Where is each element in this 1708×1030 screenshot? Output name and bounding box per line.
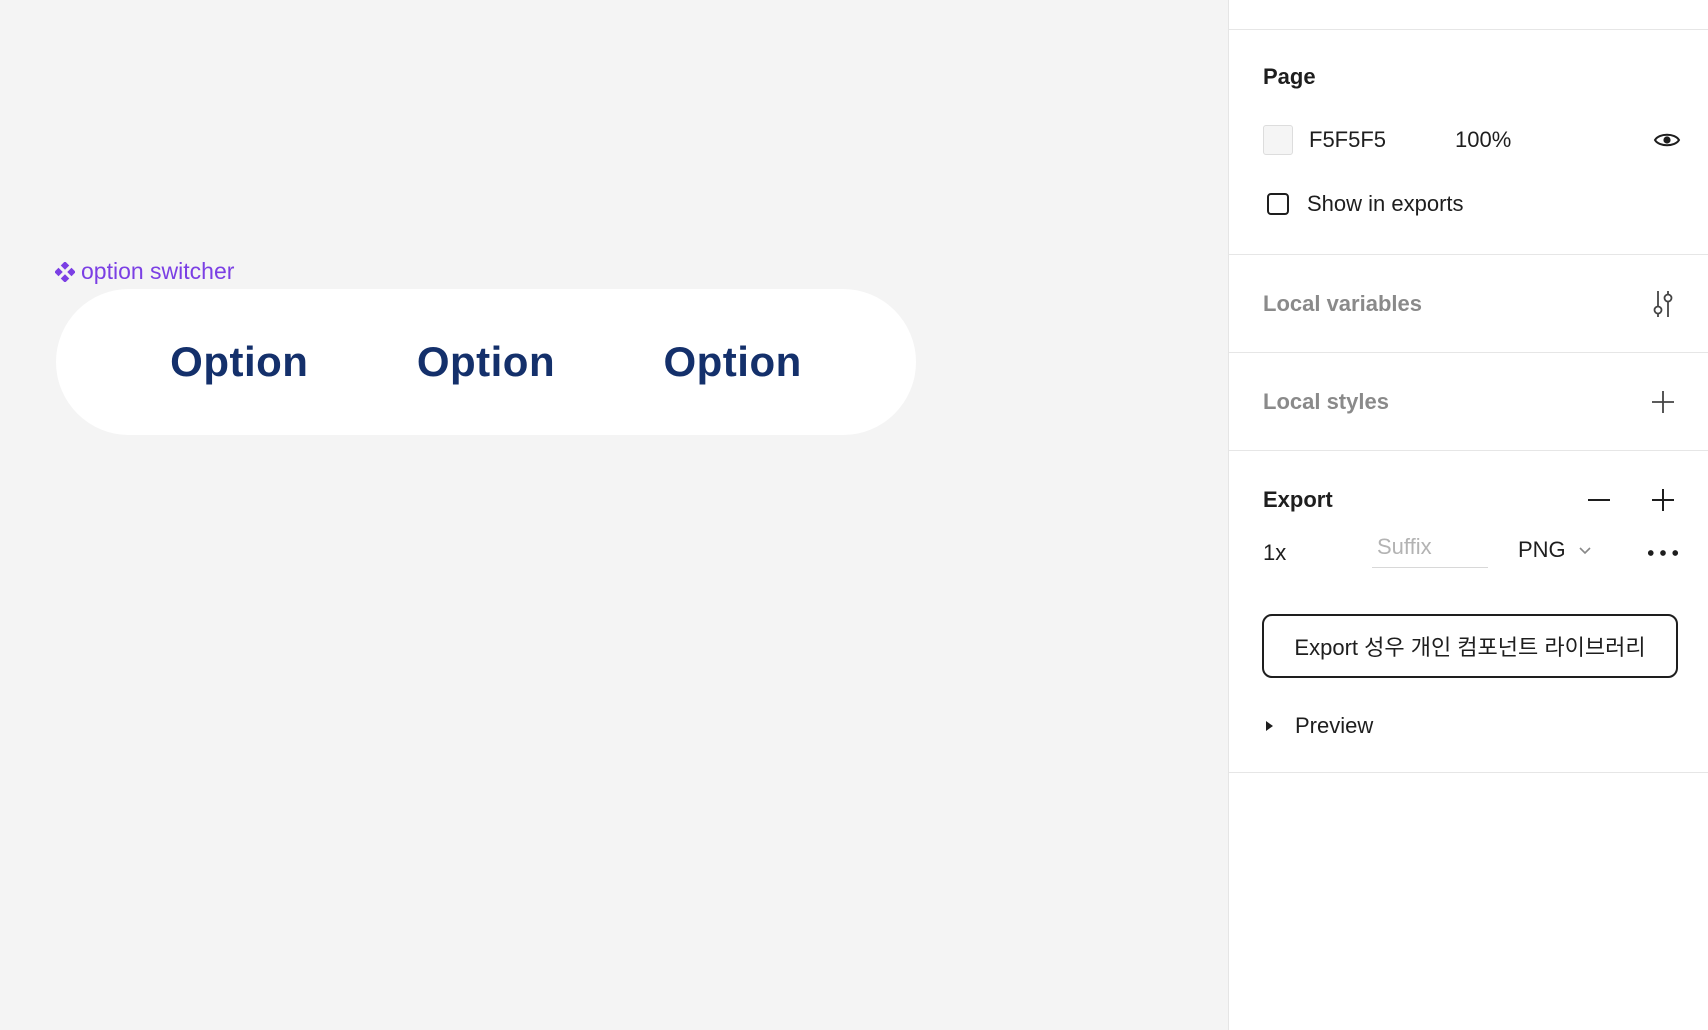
export-section: Export 1x PNG Export 성우 개인 컴포넌트 라이브러리 Pr…	[1229, 451, 1708, 773]
more-options-icon[interactable]	[1647, 537, 1679, 569]
export-format-select[interactable]: PNG	[1518, 537, 1592, 563]
option-switcher[interactable]: Option Option Option	[56, 289, 916, 435]
export-format-value: PNG	[1518, 537, 1566, 562]
chevron-down-icon	[1579, 547, 1591, 555]
add-export-icon[interactable]	[1647, 484, 1679, 516]
local-styles-section: Local styles	[1229, 353, 1708, 451]
design-canvas[interactable]: option switcher Option Option Option	[0, 0, 1228, 1030]
option-2[interactable]: Option	[417, 338, 555, 386]
page-section: Page F5F5F5 100% Show in exports	[1229, 30, 1708, 255]
add-style-icon[interactable]	[1647, 386, 1679, 418]
page-color-row: F5F5F5 100%	[1263, 125, 1681, 155]
variables-settings-icon[interactable]	[1647, 288, 1679, 320]
option-3[interactable]: Option	[663, 338, 801, 386]
preview-toggle[interactable]: Preview	[1263, 713, 1373, 739]
properties-panel: Page F5F5F5 100% Show in exports Local v…	[1228, 0, 1708, 1030]
remove-export-icon[interactable]	[1583, 484, 1615, 516]
export-button[interactable]: Export 성우 개인 컴포넌트 라이브러리	[1262, 614, 1678, 678]
export-suffix-field[interactable]	[1372, 526, 1489, 568]
show-in-exports-checkbox[interactable]	[1267, 193, 1289, 215]
component-label[interactable]: option switcher	[55, 258, 234, 285]
page-color-opacity[interactable]: 100%	[1455, 127, 1511, 153]
local-variables-section[interactable]: Local variables	[1229, 255, 1708, 353]
caret-right-icon	[1266, 721, 1273, 731]
component-label-text: option switcher	[81, 258, 235, 284]
page-section-title: Page	[1263, 64, 1316, 89]
page-color-swatch[interactable]	[1263, 125, 1293, 155]
option-1[interactable]: Option	[170, 338, 308, 386]
top-section-stub	[1229, 0, 1708, 30]
eye-icon[interactable]	[1653, 130, 1681, 150]
export-suffix-input[interactable]	[1375, 532, 1489, 561]
preview-label: Preview	[1295, 713, 1374, 738]
show-in-exports-label: Show in exports	[1307, 191, 1464, 216]
export-scale[interactable]: 1x	[1263, 540, 1286, 566]
local-styles-title: Local styles	[1263, 389, 1389, 414]
show-in-exports-row[interactable]: Show in exports	[1263, 191, 1681, 217]
local-variables-title: Local variables	[1263, 291, 1422, 316]
component-icon	[55, 261, 75, 282]
export-title: Export	[1263, 487, 1333, 512]
page-color-hex[interactable]: F5F5F5	[1309, 127, 1455, 153]
